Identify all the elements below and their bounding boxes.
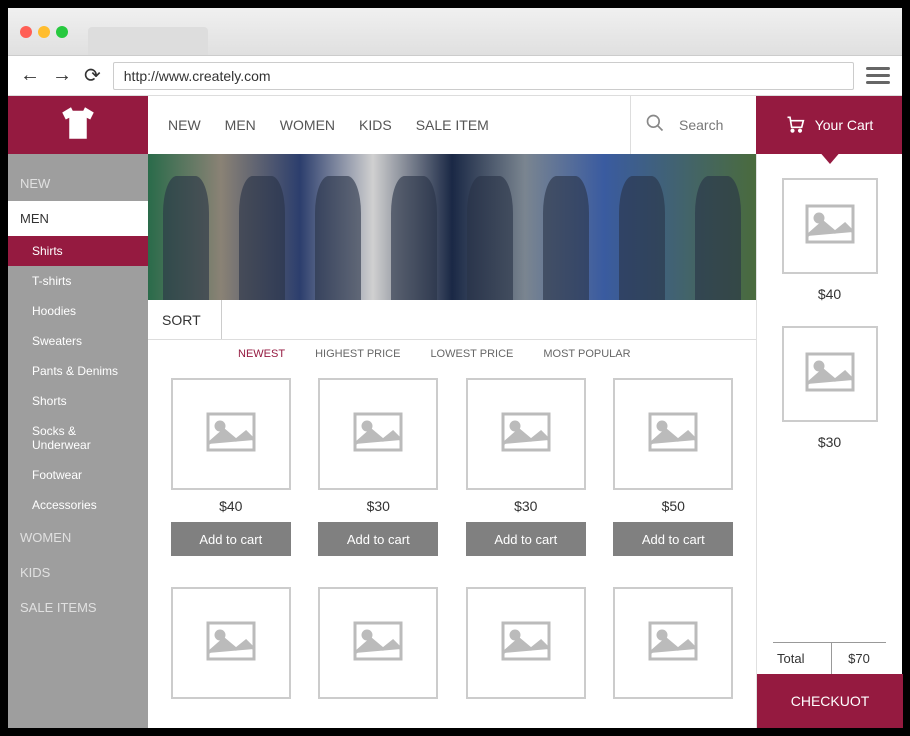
product-image[interactable] (318, 587, 438, 699)
sidebar-sub-tshirts[interactable]: T-shirts (8, 266, 148, 296)
sidebar-item-kids[interactable]: KIDS (8, 555, 148, 590)
nav-sale[interactable]: SALE ITEM (416, 117, 489, 133)
image-placeholder-icon (206, 412, 256, 457)
sidebar-item-women[interactable]: WOMEN (8, 520, 148, 555)
sidebar-sub-socks[interactable]: Socks & Underwear (8, 416, 148, 460)
add-to-cart-button[interactable]: Add to cart (171, 522, 291, 556)
image-placeholder-icon (501, 412, 551, 457)
sidebar-sub-accessories[interactable]: Accessories (8, 490, 148, 520)
sidebar-sub-hoodies[interactable]: Hoodies (8, 296, 148, 326)
product-price: $50 (662, 498, 685, 514)
image-placeholder-icon (805, 204, 855, 249)
product-card: $30 Add to cart (461, 378, 591, 575)
tshirt-icon (57, 102, 99, 149)
sidebar-item-men[interactable]: MEN (8, 201, 148, 236)
sort-lowest[interactable]: LOWEST PRICE (430, 348, 513, 360)
cart-arrow-icon (818, 150, 842, 164)
image-placeholder-icon (648, 412, 698, 457)
product-image[interactable] (318, 378, 438, 490)
product-card (461, 587, 591, 718)
sidebar-sub-shirts[interactable]: Shirts (8, 236, 148, 266)
forward-button[interactable]: → (52, 64, 72, 87)
image-placeholder-icon (206, 621, 256, 666)
product-card (609, 587, 739, 718)
sort-bar: SORT (148, 300, 756, 340)
image-placeholder-icon (353, 621, 403, 666)
cart-item: $30 (773, 326, 886, 450)
sidebar-sub-pants[interactable]: Pants & Denims (8, 356, 148, 386)
back-button[interactable]: ← (20, 64, 40, 87)
add-to-cart-button[interactable]: Add to cart (318, 522, 438, 556)
add-to-cart-button[interactable]: Add to cart (613, 522, 733, 556)
cart-item: $40 (773, 178, 886, 302)
product-image[interactable] (171, 378, 291, 490)
top-nav: NEW MEN WOMEN KIDS SALE ITEM (148, 96, 630, 154)
product-image[interactable] (466, 378, 586, 490)
browser-tab[interactable] (88, 27, 208, 55)
cart-item-image[interactable] (782, 178, 878, 274)
search-placeholder: Search (679, 117, 723, 133)
cart-item-image[interactable] (782, 326, 878, 422)
browser-titlebar (8, 8, 902, 56)
product-image[interactable] (613, 378, 733, 490)
sidebar-sub-sweaters[interactable]: Sweaters (8, 326, 148, 356)
nav-women[interactable]: WOMEN (280, 117, 335, 133)
cart-panel: $40 $30 Total $70 CHECKUOT (756, 154, 902, 728)
product-card: $50 Add to cart (609, 378, 739, 575)
minimize-window-icon[interactable] (38, 26, 50, 38)
sidebar-sub-shorts[interactable]: Shorts (8, 386, 148, 416)
cart-total: Total $70 (773, 642, 886, 674)
image-placeholder-icon (805, 352, 855, 397)
product-price: $40 (219, 498, 242, 514)
product-price: $30 (367, 498, 390, 514)
sidebar-sub-footwear[interactable]: Footwear (8, 460, 148, 490)
product-card: $40 Add to cart (166, 378, 296, 575)
search-icon (645, 113, 665, 138)
sort-newest[interactable]: NEWEST (238, 348, 285, 360)
browser-toolbar: ← → ⟳ http://www.creately.com (8, 56, 902, 96)
cart-total-label: Total (773, 643, 832, 674)
url-input[interactable]: http://www.creately.com (113, 62, 854, 90)
sidebar-item-new[interactable]: NEW (8, 166, 148, 201)
sort-label: SORT (162, 300, 222, 339)
hero-banner (148, 154, 756, 300)
product-image[interactable] (613, 587, 733, 699)
product-price: $30 (514, 498, 537, 514)
sidebar-item-sale[interactable]: SALE ITEMS (8, 590, 148, 625)
cart-item-price: $30 (818, 434, 841, 450)
nav-new[interactable]: NEW (168, 117, 201, 133)
add-to-cart-button[interactable]: Add to cart (466, 522, 586, 556)
product-card: $30 Add to cart (314, 378, 444, 575)
product-image[interactable] (171, 587, 291, 699)
reload-button[interactable]: ⟳ (84, 63, 101, 88)
product-card (314, 587, 444, 718)
sort-popular[interactable]: MOST POPULAR (543, 348, 630, 360)
nav-men[interactable]: MEN (225, 117, 256, 133)
product-card (166, 587, 296, 718)
image-placeholder-icon (501, 621, 551, 666)
sidebar: NEW MEN Shirts T-shirts Hoodies Sweaters… (8, 154, 148, 728)
main-content: SORT NEWEST HIGHEST PRICE LOWEST PRICE M… (148, 154, 756, 728)
cart-header[interactable]: Your Cart (756, 96, 902, 154)
cart-total-value: $70 (832, 643, 886, 674)
cart-header-label: Your Cart (815, 117, 874, 133)
logo[interactable] (8, 96, 148, 154)
cart-icon (785, 114, 805, 137)
image-placeholder-icon (353, 412, 403, 457)
menu-icon[interactable] (866, 64, 890, 88)
cart-item-price: $40 (818, 286, 841, 302)
nav-kids[interactable]: KIDS (359, 117, 392, 133)
sort-options: NEWEST HIGHEST PRICE LOWEST PRICE MOST P… (148, 340, 756, 368)
checkout-button[interactable]: CHECKUOT (757, 674, 903, 728)
close-window-icon[interactable] (20, 26, 32, 38)
image-placeholder-icon (648, 621, 698, 666)
maximize-window-icon[interactable] (56, 26, 68, 38)
product-grid: $40 Add to cart $30 Add to cart $30 Add to ca… (148, 368, 756, 728)
sort-highest[interactable]: HIGHEST PRICE (315, 348, 400, 360)
product-image[interactable] (466, 587, 586, 699)
search-area[interactable]: Search (630, 96, 756, 154)
